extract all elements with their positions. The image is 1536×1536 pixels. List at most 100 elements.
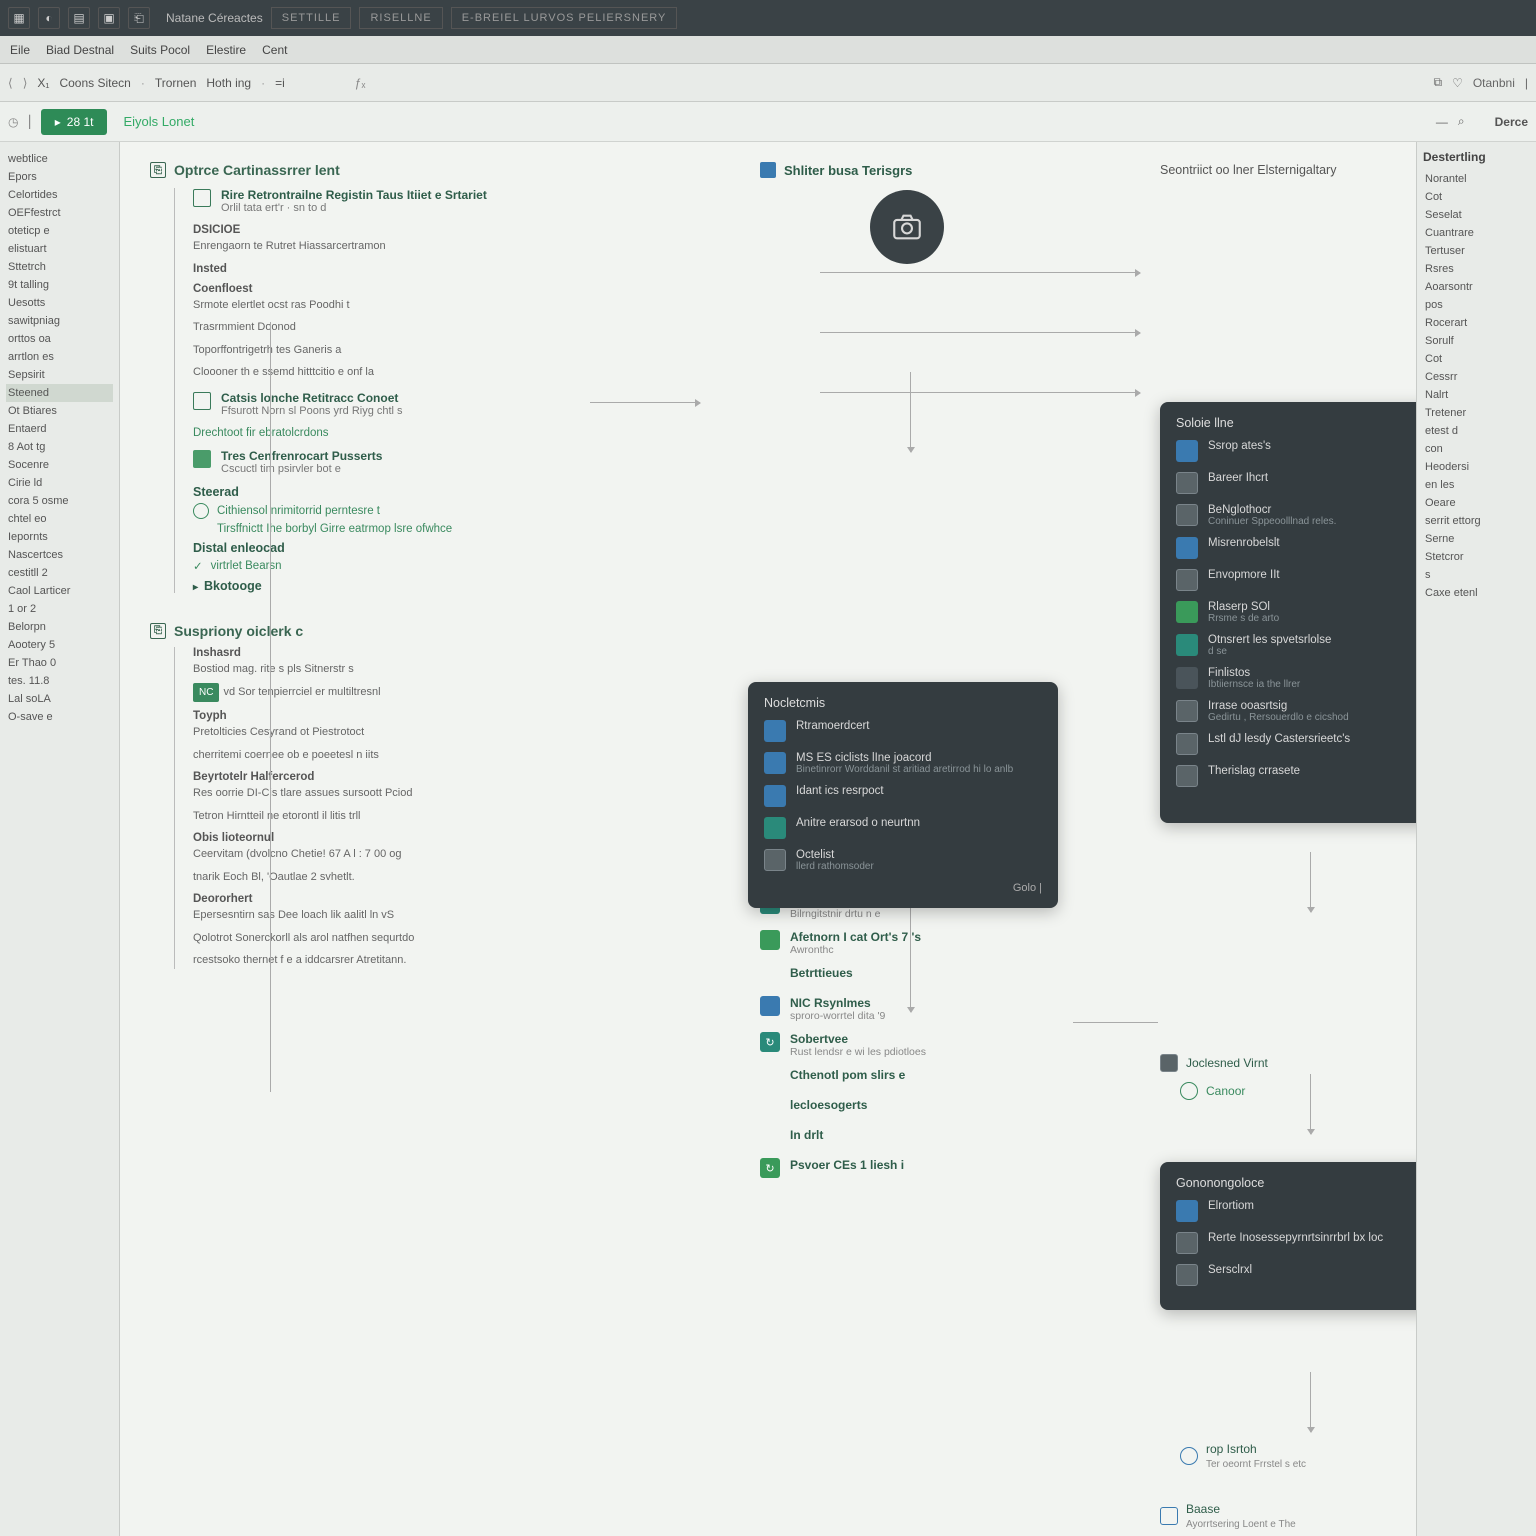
- col2-item[interactable]: In drlt: [760, 1128, 1100, 1148]
- title-tab-3[interactable]: E-BREIEL LURVOS PELIERSNERY: [451, 7, 678, 29]
- formula-input[interactable]: =i: [275, 76, 285, 90]
- panel-row[interactable]: BeNglothocrConinuer Sppeoolllnad reles.: [1176, 504, 1416, 527]
- item1-title[interactable]: Rire Retrontrailne Registin Taus Itiiet …: [221, 188, 487, 202]
- right-sidebar-item[interactable]: etest d: [1423, 422, 1530, 440]
- section2-icon[interactable]: ⎘: [150, 623, 166, 639]
- left-sidebar-item[interactable]: Aootery 5: [6, 636, 113, 654]
- panel-row[interactable]: Idant ics resrpoct: [764, 785, 1042, 807]
- panel-row[interactable]: Misrenrobelslt: [1176, 537, 1416, 559]
- right-sidebar-item[interactable]: s: [1423, 566, 1530, 584]
- app-icon-1[interactable]: ▦: [8, 7, 30, 29]
- panel-row[interactable]: Rtramoerdcert: [764, 720, 1042, 742]
- panel-row[interactable]: Therislag crrasete: [1176, 765, 1416, 787]
- menu-elestire[interactable]: Elestire: [206, 43, 246, 57]
- left-sidebar-item[interactable]: orttos oa: [6, 330, 113, 348]
- left-sidebar-item[interactable]: Epors: [6, 168, 113, 186]
- col2-item[interactable]: Betrttieues: [760, 966, 1100, 986]
- right-sidebar-item[interactable]: Oeare: [1423, 494, 1530, 512]
- fwd-icon[interactable]: ⟩: [23, 76, 28, 90]
- left-sidebar-item[interactable]: Sepsirit: [6, 366, 113, 384]
- left-sidebar-item[interactable]: Lal soLA: [6, 690, 113, 708]
- left-sidebar-item[interactable]: Sttetrch: [6, 258, 113, 276]
- active-tab-label[interactable]: Eiyols Lonet: [123, 114, 194, 129]
- left-sidebar-item[interactable]: Nascertces: [6, 546, 113, 564]
- left-sidebar-item[interactable]: sawitpniag: [6, 312, 113, 330]
- layers-icon[interactable]: ⧉: [1434, 75, 1443, 90]
- title-tab-1[interactable]: SETTILLE: [271, 7, 352, 29]
- breadcrumb-1[interactable]: Coons Sitecn: [59, 76, 130, 90]
- link-virtrlet[interactable]: ✓virtrlet Bearsn: [193, 559, 610, 573]
- col2-item[interactable]: Cthenotl pom slirs e: [760, 1068, 1100, 1088]
- right-sidebar-item[interactable]: en les: [1423, 476, 1530, 494]
- left-sidebar-item[interactable]: chtel eo: [6, 510, 113, 528]
- clock-icon[interactable]: ◷: [8, 115, 18, 129]
- item2-title[interactable]: Catsis lonche Retitracc Conoet: [221, 391, 403, 405]
- left-sidebar-item[interactable]: 8 Aot tg: [6, 438, 113, 456]
- panel-row[interactable]: Octelistllerd rathomsoder: [764, 849, 1042, 872]
- node-ropils[interactable]: rop IsrtohTer oeornt Frrstel s etc: [1180, 1442, 1306, 1470]
- left-sidebar-item[interactable]: Steened: [6, 384, 113, 402]
- right-sidebar-item[interactable]: serrit ettorg: [1423, 512, 1530, 530]
- left-sidebar-item[interactable]: webtlice: [6, 150, 113, 168]
- left-sidebar-item[interactable]: 9t talling: [6, 276, 113, 294]
- breadcrumb-3[interactable]: Hoth ing: [206, 76, 251, 90]
- right-sidebar-item[interactable]: pos: [1423, 296, 1530, 314]
- app-icon-5[interactable]: ⎗: [128, 7, 150, 29]
- breadcrumb-2[interactable]: Trornen: [155, 76, 197, 90]
- left-sidebar-item[interactable]: cestitll 2: [6, 564, 113, 582]
- panel-row[interactable]: Bareer Ihcrt: [1176, 472, 1416, 494]
- panel-row[interactable]: Irrase ooasrtsigGedirtu , Rersouerdlo e …: [1176, 700, 1416, 723]
- node-baase[interactable]: BaaseAyorrtsering Loent e The: [1160, 1502, 1296, 1530]
- right-sidebar-item[interactable]: Serne: [1423, 530, 1530, 548]
- col2-item[interactable]: Afetnorn I cat Ort's 7 'sAwronthc: [760, 930, 1100, 956]
- panel-row[interactable]: Sersclrxl: [1176, 1264, 1416, 1286]
- section1-icon[interactable]: ⎘: [150, 162, 166, 178]
- left-sidebar-item[interactable]: cora 5 osme: [6, 492, 113, 510]
- right-sidebar-item[interactable]: Cessrr: [1423, 368, 1530, 386]
- right-sidebar-item[interactable]: Nalrt: [1423, 386, 1530, 404]
- app-icon-3[interactable]: ▤: [68, 7, 90, 29]
- menu-biad[interactable]: Biad Destnal: [46, 43, 114, 57]
- panel-row[interactable]: Elrortiom: [1176, 1200, 1416, 1222]
- left-sidebar-item[interactable]: O-save e: [6, 708, 113, 726]
- left-sidebar-item[interactable]: 1 or 2: [6, 600, 113, 618]
- right-sidebar-item[interactable]: Aoarsontr: [1423, 278, 1530, 296]
- col2-item[interactable]: lecloesogerts: [760, 1098, 1100, 1118]
- left-sidebar-item[interactable]: tes. 11.8: [6, 672, 113, 690]
- col2-item[interactable]: ↻SobertveeRust lendsr e wi les pdiotloes: [760, 1032, 1100, 1058]
- col2-item[interactable]: NIC Rsynlmessproro-worrtel dita '9: [760, 996, 1100, 1022]
- panel-row[interactable]: Anitre erarsod o neurtnn: [764, 817, 1042, 839]
- right-sidebar-item[interactable]: Cot: [1423, 188, 1530, 206]
- checkbox-icon[interactable]: [193, 189, 211, 207]
- right-sidebar-item[interactable]: Sorulf: [1423, 332, 1530, 350]
- panel-row[interactable]: Otnsrert les spvetsrlolsed se: [1176, 634, 1416, 657]
- menu-suits[interactable]: Suits Pocol: [130, 43, 190, 57]
- right-sidebar-item[interactable]: Heodersi: [1423, 458, 1530, 476]
- left-sidebar-item[interactable]: OEFfestrct: [6, 204, 113, 222]
- right-sidebar-item[interactable]: Caxe etenl: [1423, 584, 1530, 602]
- panel-row[interactable]: Rlaserp SOlRrsme s de arto: [1176, 601, 1416, 624]
- left-sidebar-item[interactable]: Er Thao 0: [6, 654, 113, 672]
- left-sidebar-item[interactable]: Cirie ld: [6, 474, 113, 492]
- left-sidebar-item[interactable]: Celortides: [6, 186, 113, 204]
- right-sidebar-item[interactable]: Tretener: [1423, 404, 1530, 422]
- left-sidebar-item[interactable]: Socenre: [6, 456, 113, 474]
- back-icon[interactable]: ⟨: [8, 76, 13, 90]
- left-sidebar-item[interactable]: elistuart: [6, 240, 113, 258]
- left-sidebar-item[interactable]: Uesotts: [6, 294, 113, 312]
- panel1-footer[interactable]: Golo |: [764, 882, 1042, 894]
- panel-row[interactable]: MS ES ciclists lIne joacordBinetinrorr W…: [764, 752, 1042, 775]
- right-sidebar-item[interactable]: Norantel: [1423, 170, 1530, 188]
- fx-icon[interactable]: ƒₓ: [355, 76, 366, 90]
- link-drechtoot[interactable]: Drechtoot fir ebratolcrdons: [193, 427, 610, 439]
- search-icon[interactable]: ⌕: [1458, 114, 1465, 129]
- right-sidebar-item[interactable]: Rocerart: [1423, 314, 1530, 332]
- right-sidebar-item[interactable]: Cot: [1423, 350, 1530, 368]
- panel-row[interactable]: FinlistosIbtiiernsce ia the llrer: [1176, 667, 1416, 690]
- camera-node[interactable]: [870, 190, 944, 264]
- panel-row[interactable]: Lstl dJ lesdy Castersrieetc's: [1176, 733, 1416, 755]
- menu-cent[interactable]: Cent: [262, 43, 287, 57]
- node-canoor[interactable]: Canoor: [1180, 1082, 1245, 1100]
- sec-bkotge[interactable]: ▸Bkotooge: [193, 579, 610, 593]
- right-sidebar-item[interactable]: Cuantrare: [1423, 224, 1530, 242]
